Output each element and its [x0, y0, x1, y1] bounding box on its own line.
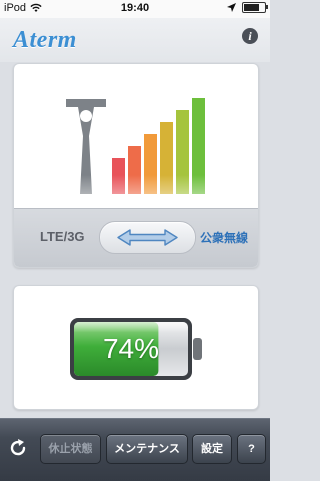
mode-lte-label: LTE/3G [40, 229, 85, 244]
swap-arrows-icon [117, 229, 178, 246]
signal-strength-graphic [66, 94, 216, 202]
help-button[interactable]: ? [237, 434, 266, 464]
signal-card: LTE/3G 公衆無線 [13, 63, 259, 268]
battery-percent-label: 74% [102, 333, 160, 364]
mode-switch-button[interactable] [99, 221, 196, 254]
location-icon [227, 3, 236, 12]
settings-button[interactable]: 設定 [192, 434, 232, 464]
maintenance-button[interactable]: メンテナンス [106, 434, 188, 464]
connection-mode-strip: LTE/3G 公衆無線 [14, 208, 258, 267]
battery-mini-icon [242, 2, 268, 13]
status-bar: iPod 19:40 [0, 0, 270, 18]
aterm-logo: Aterm [13, 27, 77, 53]
battery-card: 74% [13, 285, 259, 410]
status-right [227, 2, 268, 13]
mode-public-wifi-label: 公衆無線 [200, 231, 249, 245]
rest-mode-button[interactable]: 休止状態 [40, 434, 101, 464]
app-header: Aterm i [0, 18, 270, 62]
refresh-icon[interactable] [8, 438, 28, 458]
info-icon[interactable]: i [242, 28, 258, 44]
